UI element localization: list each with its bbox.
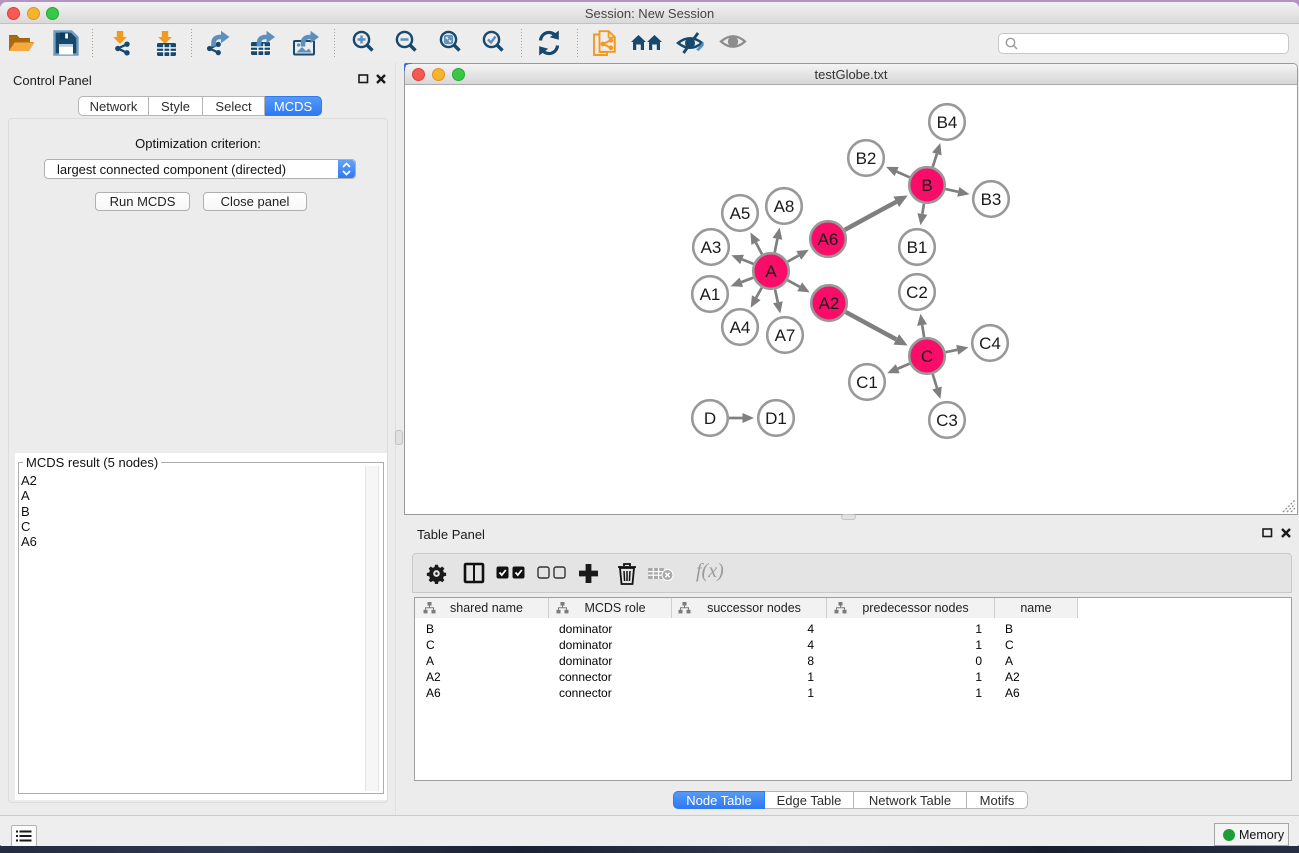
svg-text:D1: D1: [765, 409, 787, 428]
svg-text:A5: A5: [730, 204, 751, 223]
svg-text:A: A: [765, 262, 777, 281]
svg-text:A6: A6: [818, 230, 839, 249]
svg-text:A8: A8: [774, 197, 795, 216]
svg-text:A3: A3: [701, 238, 722, 257]
svg-text:B1: B1: [907, 238, 928, 257]
svg-text:B2: B2: [856, 149, 877, 168]
svg-text:C3: C3: [936, 411, 958, 430]
svg-text:B4: B4: [937, 113, 958, 132]
svg-text:C4: C4: [979, 334, 1001, 353]
svg-text:D: D: [704, 409, 716, 428]
svg-text:A2: A2: [819, 294, 840, 313]
svg-text:A1: A1: [700, 285, 721, 304]
svg-text:B3: B3: [981, 190, 1002, 209]
svg-text:A4: A4: [730, 318, 751, 337]
svg-text:A7: A7: [775, 326, 796, 345]
svg-text:C: C: [921, 347, 933, 366]
svg-text:B: B: [921, 176, 932, 195]
svg-text:C2: C2: [906, 283, 928, 302]
svg-text:C1: C1: [856, 373, 878, 392]
